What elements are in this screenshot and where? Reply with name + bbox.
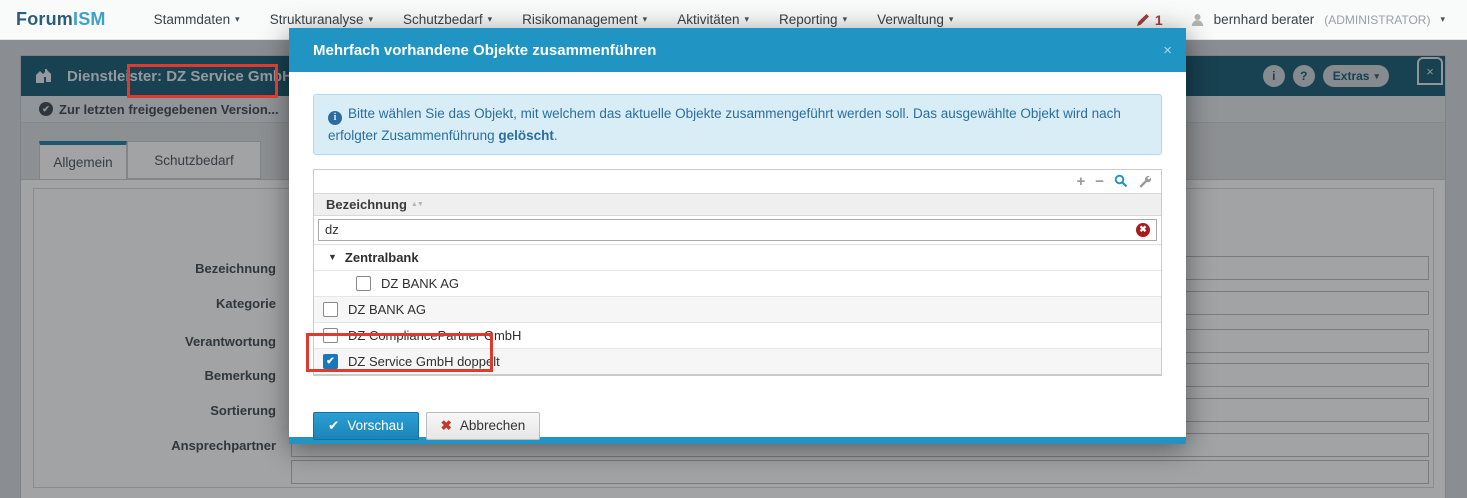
edit-counter[interactable]: 1 (1136, 12, 1163, 28)
nav-item-stammdaten[interactable]: Stammdaten▾ (154, 12, 240, 27)
nav-item-aktivitaeten[interactable]: Aktivitäten▾ (677, 12, 749, 27)
nav-right: 1 bernhard berater (ADMINISTRATOR) ▾ (1136, 12, 1445, 28)
pencil-icon (1136, 13, 1150, 27)
chevron-down-icon: ▾ (368, 14, 373, 25)
row-checkbox[interactable] (323, 302, 338, 317)
edit-count-value: 1 (1155, 12, 1163, 28)
search-input[interactable] (318, 219, 1157, 241)
nav-item-reporting[interactable]: Reporting▾ (779, 12, 847, 27)
wrench-icon[interactable] (1138, 175, 1151, 188)
search-row: ✖ (314, 216, 1161, 245)
group-row-zentralbank[interactable]: ▼ Zentralbank (314, 245, 1161, 271)
object-row[interactable]: DZ BANK AG (314, 271, 1161, 297)
vorschau-button[interactable]: ✔Vorschau (313, 412, 419, 440)
object-row-selected[interactable]: ✔ DZ Service GmbH doppelt (314, 349, 1161, 375)
object-row[interactable]: DZ BANK AG (314, 297, 1161, 323)
x-icon: ✖ (441, 418, 452, 434)
add-icon[interactable]: + (1076, 174, 1085, 189)
info-text: Bitte wählen Sie das Objekt, mit welchem… (328, 106, 1121, 143)
info-text-bold: gelöscht (498, 128, 554, 143)
chevron-down-icon: ▾ (488, 14, 493, 25)
nav-item-schutzbedarf[interactable]: Schutzbedarf▾ (403, 12, 492, 27)
collapse-caret-icon[interactable]: ▼ (328, 252, 337, 262)
nav-menu: Stammdaten▾ Strukturanalyse▾ Schutzbedar… (154, 12, 954, 27)
remove-icon[interactable]: − (1095, 174, 1104, 189)
nav-item-verwaltung[interactable]: Verwaltung▾ (877, 12, 953, 27)
nav-item-strukturanalyse[interactable]: Strukturanalyse▾ (270, 12, 373, 27)
merge-object-table: + − Bezeichnung▲▼ ✖ ▼ (313, 169, 1162, 376)
chevron-down-icon: ▾ (235, 14, 240, 25)
abbrechen-button[interactable]: ✖Abbrechen (426, 412, 541, 440)
chevron-down-icon: ▾ (643, 14, 648, 25)
chevron-down-icon: ▾ (744, 14, 749, 25)
dialog-buttons: ✔Vorschau ✖Abbrechen (313, 412, 1162, 440)
row-checkbox[interactable] (356, 276, 371, 291)
info-icon: i (328, 111, 342, 125)
app-logo[interactable]: ForumISM (16, 9, 106, 30)
nav-item-risikomanagement[interactable]: Risikomanagement▾ (522, 12, 647, 27)
column-header-bezeichnung[interactable]: Bezeichnung▲▼ (314, 193, 1161, 216)
logo-part1: Forum (16, 9, 73, 29)
merge-dialog-titlebar: Mehrfach vorhandene Objekte zusammenführ… (289, 28, 1186, 72)
merge-dialog: Mehrfach vorhandene Objekte zusammenführ… (289, 28, 1186, 444)
merge-dialog-body: iBitte wählen Sie das Objekt, mit welche… (289, 72, 1186, 437)
info-banner: iBitte wählen Sie das Objekt, mit welche… (313, 94, 1162, 155)
logo-part2: ISM (73, 9, 106, 29)
merge-dialog-title: Mehrfach vorhandene Objekte zusammenführ… (313, 42, 656, 59)
group-label: Zentralbank (345, 250, 419, 265)
user-name: bernhard berater (1214, 12, 1315, 27)
check-icon: ✔ (328, 418, 339, 434)
table-toolbar: + − (314, 170, 1161, 193)
chevron-down-icon: ▾ (949, 14, 954, 25)
object-row[interactable]: DZ CompliancePartner GmbH (314, 323, 1161, 349)
modal-close-icon[interactable]: × (1163, 42, 1172, 59)
user-menu-caret-icon[interactable]: ▾ (1440, 14, 1445, 25)
screen: ForumISM Stammdaten▾ Strukturanalyse▾ Sc… (0, 0, 1467, 498)
row-checkbox[interactable]: ✔ (323, 354, 338, 369)
user-icon (1191, 13, 1204, 26)
row-checkbox[interactable] (323, 328, 338, 343)
sort-icon: ▲▼ (411, 201, 423, 208)
clear-search-icon[interactable]: ✖ (1136, 223, 1150, 237)
user-role: (ADMINISTRATOR) (1324, 13, 1430, 27)
search-icon[interactable] (1114, 174, 1128, 188)
chevron-down-icon: ▾ (843, 14, 848, 25)
